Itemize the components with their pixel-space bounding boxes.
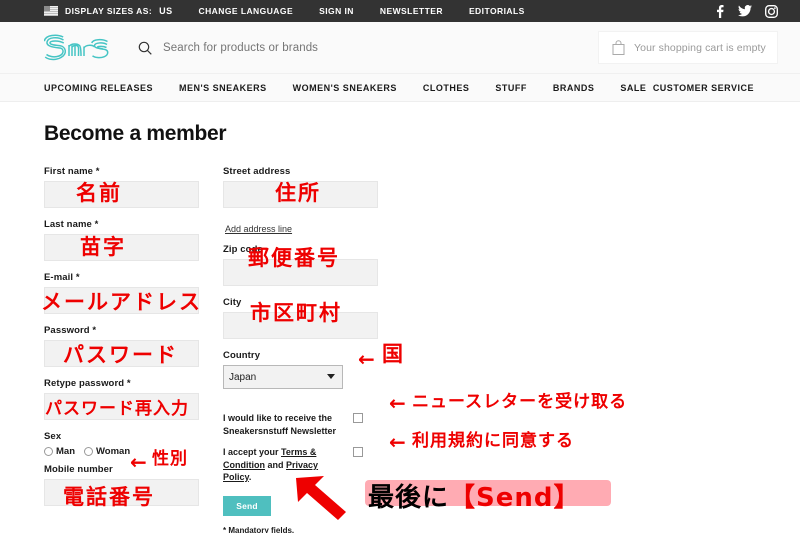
topbar-link-sign-in[interactable]: SIGN IN	[319, 6, 354, 16]
mobile-number-label: Mobile number	[44, 464, 113, 475]
last-name-input[interactable]	[44, 234, 199, 261]
shopping-cart-widget[interactable]: Your shopping cart is empty	[598, 31, 778, 64]
nav-item-stuff[interactable]: STUFF	[495, 83, 527, 93]
page-root: DISPLAY SIZES AS: US CHANGE LANGUAGE SIG…	[0, 0, 800, 533]
city-label: City	[223, 297, 242, 308]
signup-form: First name * Last name * E-mail * Passwo…	[44, 166, 800, 533]
first-name-label: First name *	[44, 166, 100, 177]
nav-item-customer-service[interactable]: CUSTOMER SERVICE	[653, 83, 754, 93]
display-sizes-as[interactable]: DISPLAY SIZES AS: US	[44, 6, 172, 16]
topbar-link-editorials[interactable]: EDITORIALS	[469, 6, 525, 16]
mobile-number-input[interactable]	[44, 479, 199, 506]
retype-password-input[interactable]	[44, 393, 199, 420]
terms-checkbox-label: I accept your Terms & Condition and Priv…	[223, 446, 345, 484]
social-links	[714, 0, 778, 22]
facebook-icon[interactable]	[714, 4, 725, 18]
topbar-link-change-language[interactable]: CHANGE LANGUAGE	[198, 6, 293, 16]
sex-label: Sex	[44, 431, 62, 442]
password-input[interactable]	[44, 340, 199, 367]
street-address-input[interactable]	[223, 181, 378, 208]
form-column-right: Street address Add address line Zip code…	[223, 166, 378, 533]
nav-item-womens-sneakers[interactable]: WOMEN'S SNEAKERS	[293, 83, 397, 93]
country-select[interactable]: Japan	[223, 365, 343, 389]
newsletter-checkbox-label: I would like to receive the Sneakersnstu…	[223, 412, 345, 437]
main-nav-items: UPCOMING RELEASES MEN'S SNEAKERS WOMEN'S…	[0, 83, 672, 93]
retype-password-label: Retype password *	[44, 378, 131, 389]
sex-option-woman-label: Woman	[96, 446, 131, 457]
radio-icon	[44, 447, 53, 456]
newsletter-label-line2: Sneakersnstuff Newsletter	[223, 425, 337, 436]
search-bar[interactable]	[138, 41, 463, 55]
search-input[interactable]	[163, 41, 463, 54]
email-input[interactable]	[44, 287, 199, 314]
sex-option-man-label: Man	[56, 446, 75, 457]
page-title: Become a member	[44, 122, 227, 145]
us-flag-icon	[44, 6, 58, 16]
member-signup-page: Become a member First name * Last name *…	[0, 102, 800, 533]
first-name-input[interactable]	[44, 181, 199, 208]
mandatory-fields-note: * Mandatory fields.	[223, 525, 295, 533]
street-address-label: Street address	[223, 166, 291, 177]
main-navigation: UPCOMING RELEASES MEN'S SNEAKERS WOMEN'S…	[0, 74, 800, 102]
search-icon	[138, 41, 152, 55]
site-header: Your shopping cart is empty	[0, 22, 800, 74]
last-name-label: Last name *	[44, 219, 99, 230]
terms-middle: and	[265, 459, 287, 470]
instagram-icon[interactable]	[765, 4, 778, 18]
terms-suffix: .	[248, 472, 252, 482]
terms-checkbox-row[interactable]: I accept your Terms & Condition and Priv…	[223, 446, 378, 484]
country-label: Country	[223, 350, 261, 361]
nav-item-clothes[interactable]: CLOTHES	[423, 83, 470, 93]
top-utility-links: DISPLAY SIZES AS: US CHANGE LANGUAGE SIG…	[0, 6, 551, 16]
form-column-left: First name * Last name * E-mail * Passwo…	[44, 166, 199, 533]
terms-checkbox[interactable]	[353, 447, 363, 457]
send-button[interactable]: Send	[223, 495, 271, 516]
nav-item-sale[interactable]: SALE	[620, 83, 646, 93]
sex-radio-group: Man Woman	[44, 446, 199, 457]
add-address-line-link[interactable]: Add address line	[225, 224, 292, 234]
city-input[interactable]	[223, 312, 378, 339]
sex-option-man[interactable]: Man	[44, 446, 75, 457]
password-label: Password *	[44, 325, 97, 336]
nav-item-upcoming-releases[interactable]: UPCOMING RELEASES	[44, 83, 153, 93]
shopping-bag-icon	[612, 40, 625, 55]
newsletter-checkbox[interactable]	[353, 413, 363, 423]
radio-icon	[84, 447, 93, 456]
country-select-wrap[interactable]: Japan	[223, 365, 343, 400]
cart-status-text: Your shopping cart is empty	[634, 41, 766, 54]
nav-item-brands[interactable]: BRANDS	[553, 83, 595, 93]
display-sizes-value[interactable]: US	[159, 6, 172, 16]
terms-prefix: I accept your	[223, 447, 282, 457]
twitter-icon[interactable]	[738, 5, 752, 17]
email-label: E-mail *	[44, 272, 80, 283]
newsletter-checkbox-row[interactable]: I would like to receive the Sneakersnstu…	[223, 412, 378, 437]
zip-code-label: Zip code	[223, 244, 263, 255]
sns-logo[interactable]	[44, 33, 110, 63]
newsletter-label-line1: I would like to receive the	[223, 413, 333, 423]
topbar-link-newsletter[interactable]: NEWSLETTER	[380, 6, 443, 16]
top-utility-bar: DISPLAY SIZES AS: US CHANGE LANGUAGE SIG…	[0, 0, 800, 22]
sex-option-woman[interactable]: Woman	[84, 446, 130, 457]
nav-item-mens-sneakers[interactable]: MEN'S SNEAKERS	[179, 83, 267, 93]
zip-code-input[interactable]	[223, 259, 378, 286]
display-sizes-label: DISPLAY SIZES AS:	[65, 6, 153, 16]
